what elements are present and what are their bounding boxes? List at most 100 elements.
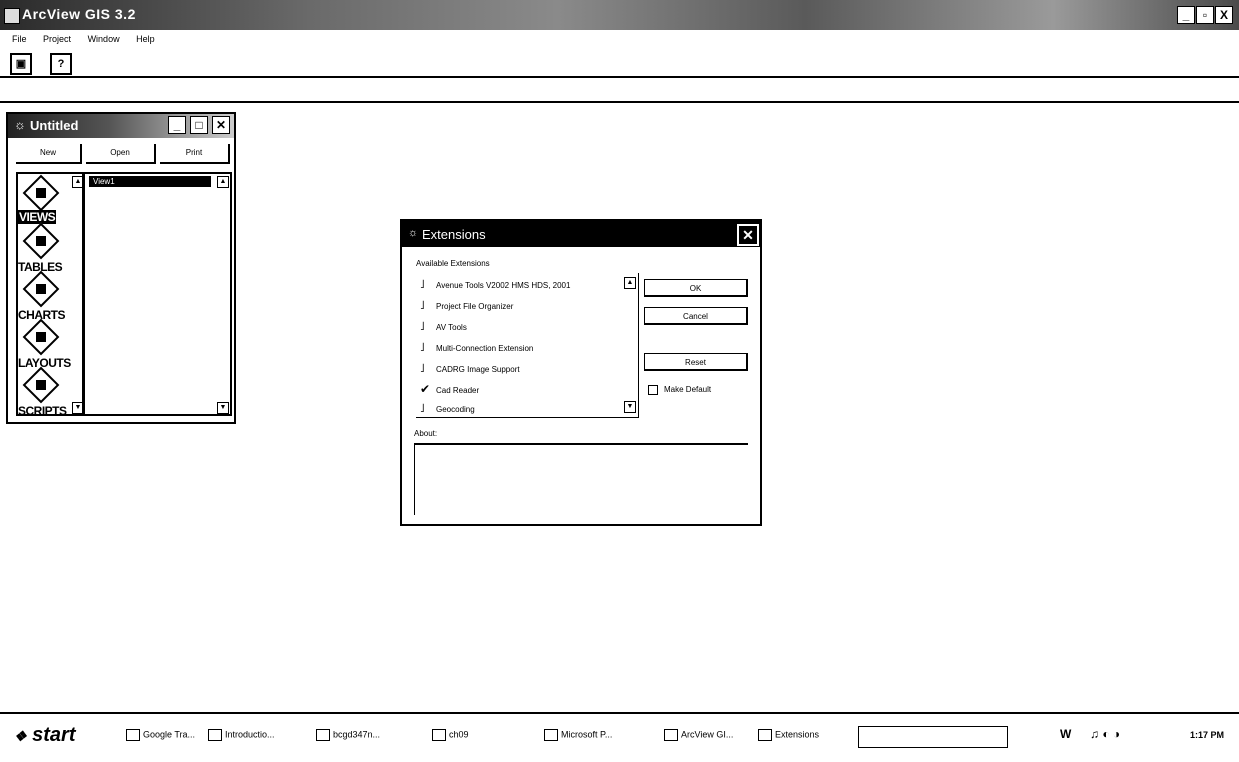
checkbox[interactable]: ˩	[420, 277, 428, 291]
clock: 1:17 PM	[1190, 730, 1225, 740]
extensions-list: ˩ Avenue Tools V2002 HMS HDS, 2001 ˩ Proje…	[416, 273, 639, 418]
dialog-icon: ☼	[408, 227, 419, 239]
taskbar-status-box	[858, 726, 1008, 748]
checkmark-icon[interactable]: ✔	[420, 382, 430, 396]
menu-help[interactable]: Help	[136, 34, 155, 44]
extension-row[interactable]: ˩ Avenue Tools V2002 HMS HDS, 2001	[420, 277, 570, 291]
document-icon	[316, 729, 330, 741]
taskbar-item[interactable]: ArcView GI...	[664, 729, 733, 741]
save-icon[interactable]: ▣	[10, 53, 32, 75]
list-item[interactable]: View1	[89, 176, 211, 187]
doc-items-list: View1 ▲ ▼	[84, 172, 232, 416]
app-title-bar: ArcView GIS 3.2 _ ▫ X	[0, 0, 1239, 30]
tables-icon	[22, 222, 60, 260]
extension-row[interactable]: ˩ CADRG Image Support	[420, 361, 520, 375]
help-icon[interactable]: ?	[50, 53, 72, 75]
menu-project[interactable]: Project	[43, 34, 71, 44]
taskbar-item-label: Introductio...	[225, 729, 275, 740]
browser-icon	[208, 729, 222, 741]
doc-type-label: SCRIPTS	[18, 404, 67, 416]
project-maximize-button[interactable]: □	[190, 116, 208, 134]
dialog-title-bar: ☼ Extensions ✕	[402, 221, 760, 247]
open-button[interactable]: Open	[86, 144, 156, 164]
charts-icon	[22, 270, 60, 308]
tray-icon[interactable]: W	[1060, 727, 1071, 741]
scroll-up-icon[interactable]: ▲	[217, 176, 229, 188]
arcview-icon	[664, 729, 678, 741]
scroll-down-icon[interactable]: ▼	[624, 401, 636, 413]
scripts-icon	[22, 366, 60, 404]
cancel-button[interactable]: Cancel	[644, 307, 748, 325]
menu-bar: File Project Window Help	[12, 34, 169, 50]
extension-name: Geocoding	[436, 405, 475, 414]
doc-type-label: LAYOUTS	[18, 356, 71, 370]
extension-row[interactable]: ˩ Geocoding	[420, 401, 475, 415]
taskbar-item-label: Microsoft P...	[561, 729, 613, 740]
dialog-close-button[interactable]: ✕	[737, 224, 759, 246]
extensions-dialog: ☼ Extensions ✕ Available Extensions ˩ Ave…	[400, 219, 762, 526]
checkbox[interactable]: ˩	[420, 319, 428, 333]
project-title: Untitled	[30, 118, 79, 133]
taskbar-item-label: bcgd347n...	[333, 729, 381, 740]
taskbar-item-label: ArcView GI...	[681, 729, 734, 740]
scroll-up-icon[interactable]: ▲	[72, 176, 82, 188]
taskbar-item[interactable]: Google Tra...	[126, 729, 195, 741]
print-button[interactable]: Print	[160, 144, 230, 164]
tray-icons[interactable]: ♫ ◐ ◑	[1090, 727, 1120, 741]
project-minimize-button[interactable]: _	[168, 116, 186, 134]
extension-name: Multi-Connection Extension	[436, 344, 534, 353]
folder-icon	[432, 729, 446, 741]
windows-logo-icon: ❖	[14, 728, 27, 744]
checkbox[interactable]: ˩	[420, 401, 428, 415]
extension-row[interactable]: ˩ AV Tools	[420, 319, 467, 333]
extension-row[interactable]: ✔ Cad Reader	[420, 382, 479, 396]
browser-icon	[126, 729, 140, 741]
app-icon	[4, 8, 20, 24]
scroll-down-icon[interactable]: ▼	[72, 402, 82, 414]
checkbox[interactable]: ˩	[420, 340, 428, 354]
project-icon: ☼	[14, 117, 26, 132]
taskbar-item[interactable]: Microsoft P...	[544, 729, 612, 741]
start-label: start	[32, 724, 76, 746]
app-title: ArcView GIS 3.2	[22, 6, 136, 22]
taskbar-item[interactable]: ch09	[432, 729, 469, 741]
checkbox[interactable]: ˩	[420, 361, 428, 375]
layouts-icon	[22, 318, 60, 356]
available-extensions-label: Available Extensions	[416, 259, 490, 268]
doc-types-list: VIEWS TABLES CHARTS LAYOUTS SCRIPTS ▲ ▼	[16, 172, 84, 416]
checkbox[interactable]: ˩	[420, 298, 428, 312]
start-button[interactable]: ❖ start	[14, 724, 75, 747]
extension-row[interactable]: ˩ Project File Organizer	[420, 298, 513, 312]
extension-name: Cad Reader	[436, 386, 480, 395]
taskbar-item[interactable]: bcgd347n...	[316, 729, 380, 741]
ok-button[interactable]: OK	[644, 279, 748, 297]
views-icon	[22, 174, 60, 212]
make-default-option[interactable]: Make Default	[648, 385, 711, 395]
scroll-up-icon[interactable]: ▲	[624, 277, 636, 289]
taskbar-item[interactable]: Extensions	[758, 729, 819, 741]
menu-file[interactable]: File	[12, 34, 27, 44]
about-text-area	[414, 443, 748, 515]
reset-button[interactable]: Reset	[644, 353, 748, 371]
restore-button[interactable]: ▫	[1196, 6, 1214, 24]
taskbar-item-label: Google Tra...	[143, 729, 196, 740]
minimize-button[interactable]: _	[1177, 6, 1195, 24]
extension-name: Project File Organizer	[436, 302, 514, 311]
taskbar-item[interactable]: Introductio...	[208, 729, 275, 741]
make-default-checkbox[interactable]	[648, 385, 658, 395]
powerpoint-icon	[544, 729, 558, 741]
doc-type-label: VIEWS	[18, 210, 57, 224]
extension-name: AV Tools	[436, 323, 467, 332]
menu-window[interactable]: Window	[88, 34, 120, 44]
dialog-title: Extensions	[422, 227, 486, 242]
project-close-button[interactable]: ✕	[212, 116, 230, 134]
extension-name: CADRG Image Support	[436, 365, 520, 374]
close-button[interactable]: X	[1215, 6, 1233, 24]
new-button[interactable]: New	[16, 144, 82, 164]
toolbar-divider	[0, 76, 1239, 78]
project-title-bar: ☼ Untitled _ □ ✕	[8, 114, 234, 138]
make-default-label: Make Default	[664, 385, 712, 395]
extension-row[interactable]: ˩ Multi-Connection Extension	[420, 340, 533, 354]
toolbar-divider	[0, 101, 1239, 103]
scroll-down-icon[interactable]: ▼	[217, 402, 229, 414]
